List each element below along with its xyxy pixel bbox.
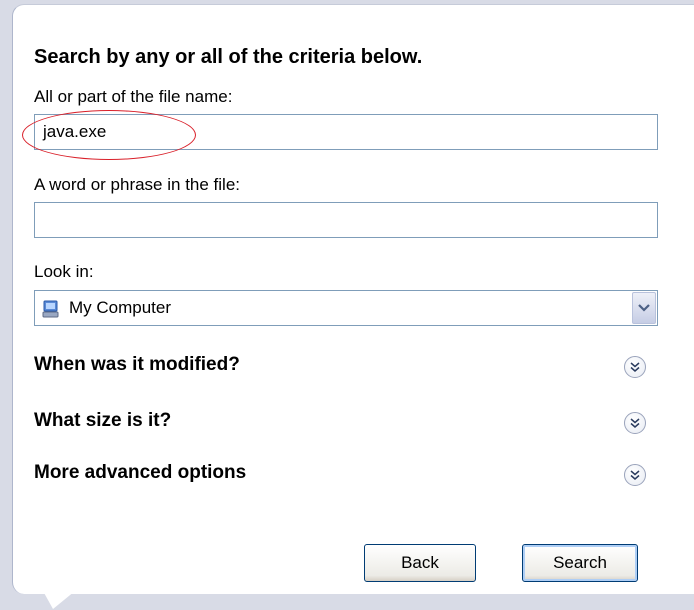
section-size[interactable]: What size is it? [34, 410, 171, 432]
search-button[interactable]: Search [522, 544, 638, 582]
section-advanced[interactable]: More advanced options [34, 462, 246, 484]
expand-chevron-icon[interactable] [624, 412, 646, 434]
expand-chevron-icon[interactable] [624, 464, 646, 486]
search-heading: Search by any or all of the criteria bel… [34, 46, 423, 68]
lookin-value: My Computer [69, 298, 172, 317]
lookin-label: Look in: [34, 262, 94, 281]
lookin-dropdown[interactable]: My Computer [34, 290, 658, 326]
phrase-input[interactable] [34, 202, 658, 238]
expand-chevron-icon[interactable] [624, 356, 646, 378]
dropdown-arrow-button[interactable] [632, 292, 656, 324]
phrase-label: A word or phrase in the file: [34, 175, 241, 194]
panel-tail [43, 591, 75, 609]
filename-label: All or part of the file name: [34, 87, 233, 106]
section-modified[interactable]: When was it modified? [34, 354, 240, 376]
my-computer-icon [42, 300, 59, 318]
chevron-down-icon [638, 304, 650, 312]
back-button[interactable]: Back [364, 544, 476, 582]
filename-input[interactable]: java.exe [34, 114, 658, 150]
